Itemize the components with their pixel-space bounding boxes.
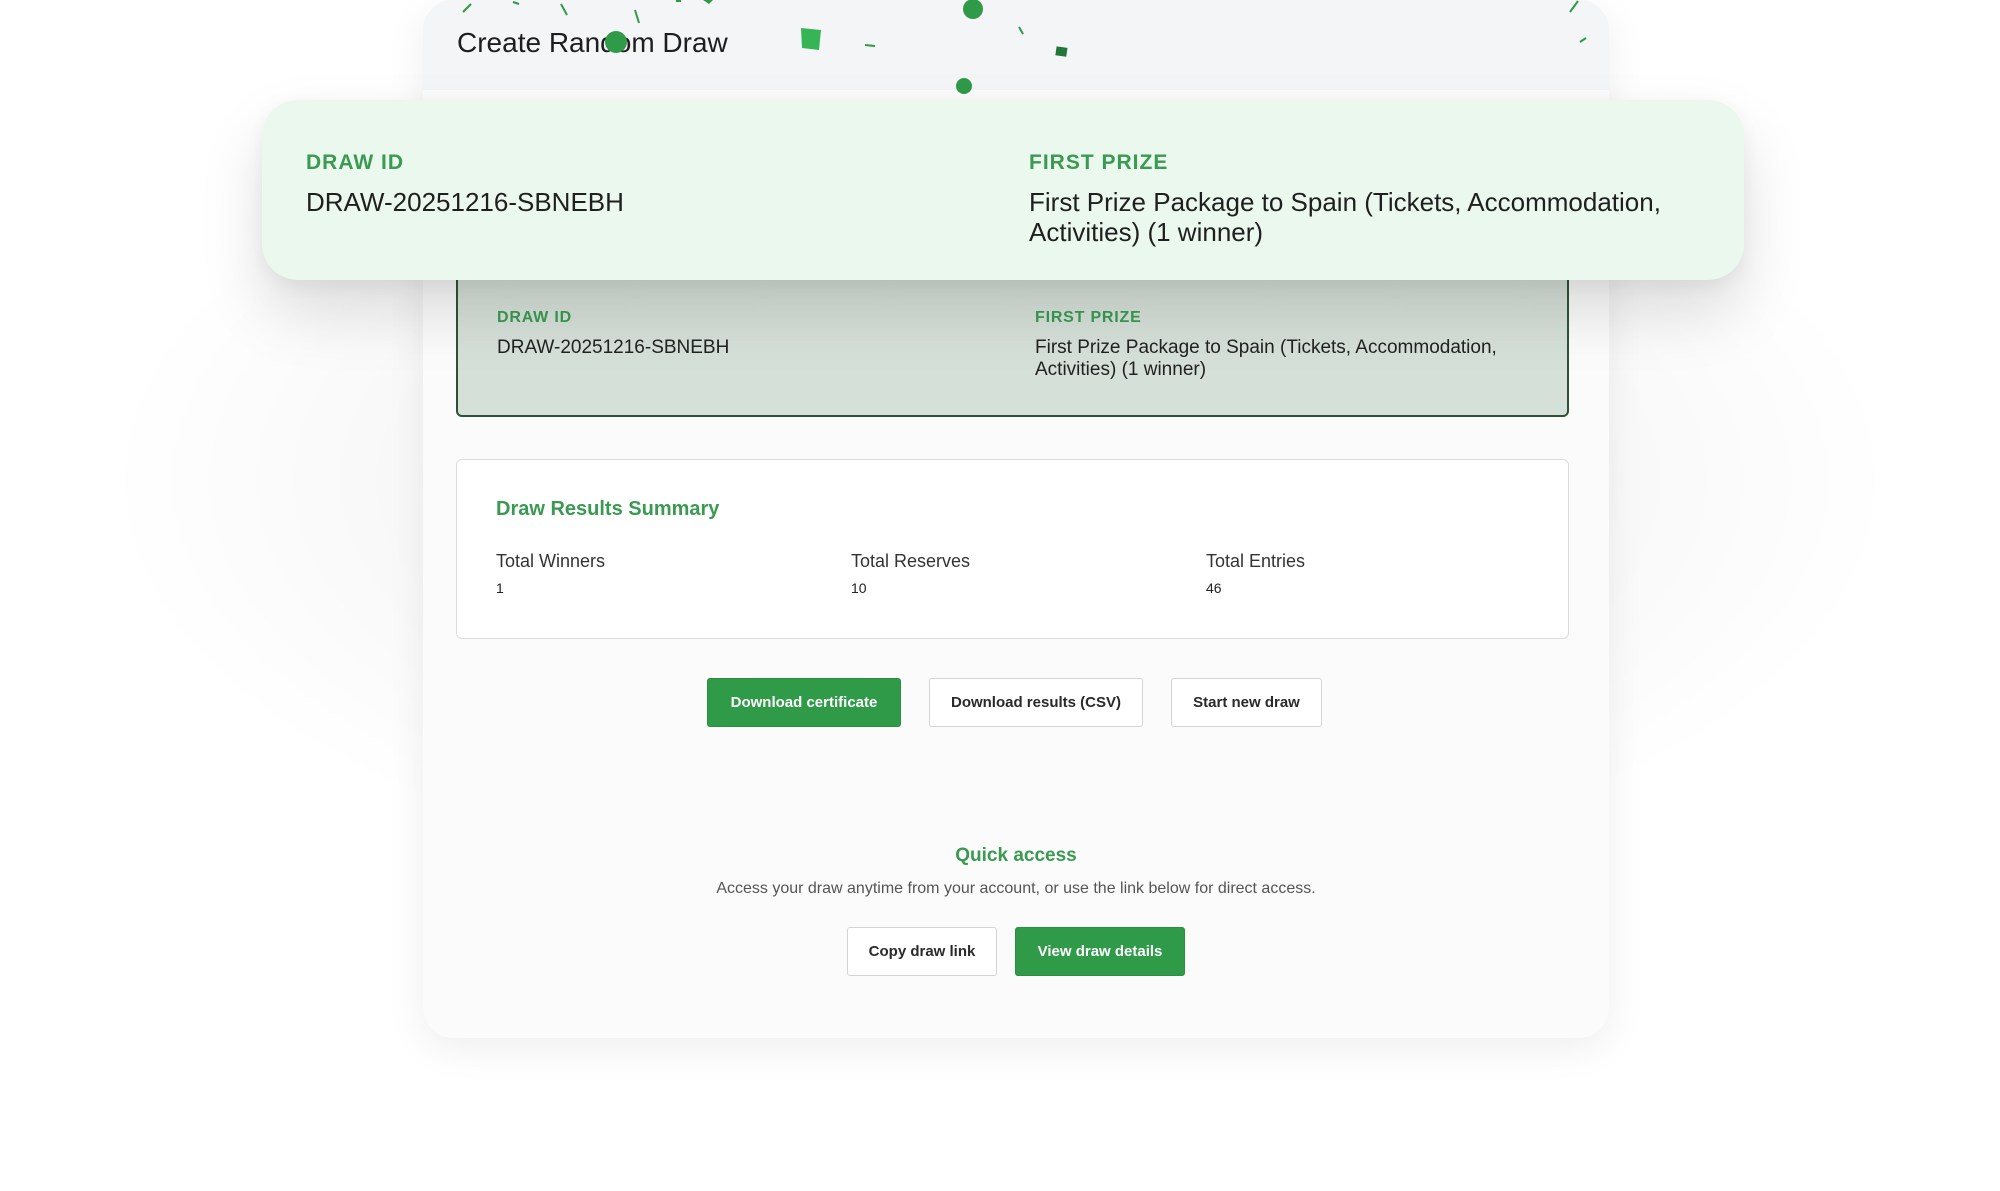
- highlight-draw-id-value: DRAW-20251216-SBNEBH: [306, 187, 624, 217]
- highlight-first-prize-label: FIRST PRIZE: [1029, 151, 1169, 174]
- total-winners-label: Total Winners: [496, 551, 606, 571]
- quick-access-description: Access your draw anytime from your accou…: [716, 880, 1316, 897]
- start-new-draw-button[interactable]: Start new draw: [1171, 678, 1322, 727]
- total-entries-value: 46: [1206, 580, 1222, 596]
- total-winners-value: 1: [496, 580, 504, 596]
- download-csv-button[interactable]: Download results (CSV): [929, 678, 1143, 727]
- copy-draw-link-button[interactable]: Copy draw link: [847, 927, 997, 976]
- quick-access-title: Quick access: [955, 845, 1077, 866]
- total-reserves-value: 10: [851, 580, 867, 596]
- draw-info-highlight: DRAW ID DRAW-20251216-SBNEBH FIRST PRIZE…: [262, 100, 1744, 280]
- highlight-first-prize-value: First Prize Package to Spain (Tickets, A…: [1029, 187, 1661, 247]
- view-draw-details-button[interactable]: View draw details: [1015, 927, 1185, 976]
- total-reserves-label: Total Reserves: [851, 551, 971, 571]
- draw-id-label: DRAW ID: [497, 309, 572, 326]
- draw-info-box: DRAW ID DRAW-20251216-SBNEBH FIRST PRIZE…: [456, 265, 1569, 417]
- summary-title: Draw Results Summary: [496, 498, 720, 520]
- first-prize-value: First Prize Package to Spain (Tickets, A…: [1035, 337, 1497, 380]
- confetti-icon: [462, 0, 1587, 94]
- highlight-draw-id-label: DRAW ID: [306, 151, 404, 174]
- draw-id-value: DRAW-20251216-SBNEBH: [497, 337, 730, 358]
- draw-results-summary: Draw Results Summary Total Winners 1 Tot…: [456, 459, 1569, 639]
- download-certificate-button[interactable]: Download certificate: [707, 678, 901, 727]
- first-prize-label: FIRST PRIZE: [1035, 309, 1142, 326]
- total-entries-label: Total Entries: [1206, 551, 1306, 571]
